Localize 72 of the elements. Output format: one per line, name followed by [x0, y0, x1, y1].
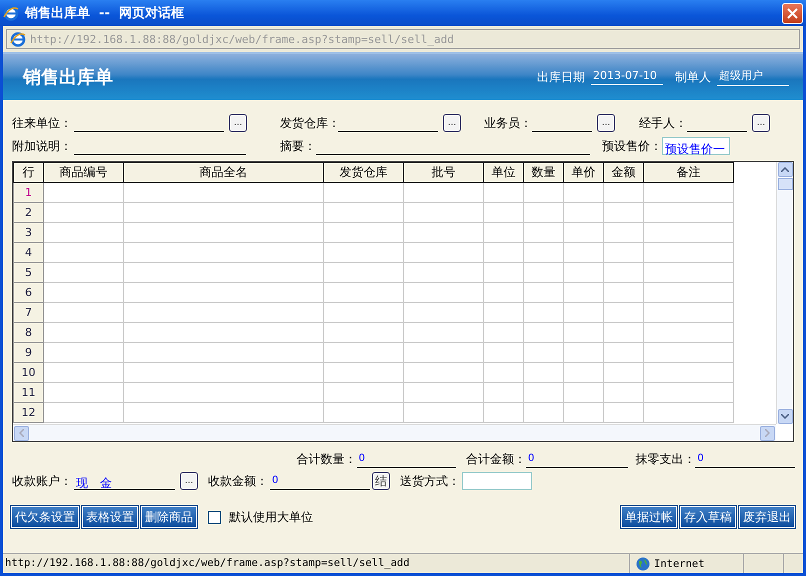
date-label: 出库日期	[537, 68, 585, 86]
row-number[interactable]: 7	[14, 302, 44, 322]
row-number[interactable]: 1	[14, 182, 44, 202]
field-label: 预设售价：	[602, 138, 662, 154]
picker-button[interactable]: ...	[597, 114, 615, 132]
date-field[interactable]: 2013-07-10	[591, 69, 663, 85]
window-title: 销售出库单 -- 网页对话框	[25, 4, 185, 22]
input-field[interactable]: 现 金	[74, 472, 175, 490]
page-title: 销售出库单	[23, 66, 114, 89]
total-label: 合计数量：	[296, 450, 357, 468]
column-header: 单价	[564, 162, 604, 182]
scroll-thumb[interactable]	[778, 178, 792, 190]
total-field[interactable]: 0	[526, 450, 628, 468]
action-button[interactable]: 单据过帐	[621, 506, 677, 528]
total-field[interactable]: 0	[695, 450, 795, 468]
field-label: 发货仓库：	[280, 114, 338, 132]
zone-label: Internet	[654, 558, 705, 570]
column-header: 数量	[524, 162, 564, 182]
column-header: 发货仓库	[324, 162, 404, 182]
column-header: 商品编号	[44, 162, 124, 182]
field-label: 摘要：	[280, 138, 316, 154]
field-label: 送货方式：	[400, 472, 461, 490]
total-field[interactable]: 0	[356, 450, 456, 468]
field-label: 收款账户：	[12, 472, 73, 490]
picker-button[interactable]: ...	[443, 114, 461, 132]
vertical-scrollbar[interactable]	[776, 162, 793, 424]
field-label: 经手人：	[639, 114, 687, 132]
globe-icon	[636, 556, 650, 570]
column-header: 批号	[404, 162, 484, 182]
row-number[interactable]: 12	[14, 402, 44, 422]
column-header: 行	[14, 162, 44, 182]
field-label: 业务员：	[484, 114, 532, 132]
field-label: 收款金额：	[208, 472, 269, 490]
checkbox[interactable]	[208, 510, 221, 524]
row-number[interactable]: 2	[14, 202, 44, 222]
column-header: 金额	[604, 162, 644, 182]
maker-label: 制单人	[675, 68, 711, 86]
picker-button[interactable]: ...	[229, 114, 247, 132]
column-header: 备注	[644, 162, 734, 182]
checkbox-label: 默认使用大单位	[229, 508, 314, 526]
total-label: 抹零支出：	[634, 450, 696, 468]
action-button[interactable]: 代欠条设置	[11, 506, 79, 528]
total-label: 合计金额：	[465, 450, 526, 468]
row-number[interactable]: 10	[14, 362, 44, 382]
input-field[interactable]: 0	[270, 472, 370, 490]
row-number[interactable]: 11	[14, 382, 44, 402]
picker-button[interactable]: ...	[752, 114, 770, 132]
close-button[interactable]	[782, 2, 803, 24]
horizontal-scrollbar[interactable]	[13, 424, 776, 441]
column-header: 商品全名	[124, 162, 324, 182]
row-number[interactable]: 8	[14, 322, 44, 342]
input-field[interactable]: 预设售价一	[662, 137, 730, 155]
picker-button[interactable]: ...	[180, 472, 198, 490]
row-number[interactable]: 5	[14, 262, 44, 282]
row-number[interactable]: 3	[14, 222, 44, 242]
action-button[interactable]: 表格设置	[82, 506, 138, 528]
column-header: 单位	[484, 162, 524, 182]
address-url: http://192.168.1.88:88/goldjxc/web/frame.asp?stamp=sell/sell_add	[30, 32, 454, 46]
field-label: 附加说明：	[12, 138, 73, 154]
action-button[interactable]: 删除商品	[141, 506, 197, 528]
status-url: http://192.168.1.88:88/goldjxc/web/frame.asp?stamp=sell/sell_add	[4, 556, 411, 571]
row-number[interactable]: 9	[14, 342, 44, 362]
action-button[interactable]: 废弃退出	[739, 506, 795, 528]
browser-icon	[3, 5, 19, 21]
row-number[interactable]: 6	[14, 282, 44, 302]
row-number[interactable]: 4	[14, 242, 44, 262]
field-label: 往来单位：	[12, 114, 73, 132]
close-icon	[787, 8, 798, 18]
action-button[interactable]: 存入草稿	[680, 506, 736, 528]
maker-field[interactable]: 超级用户	[717, 68, 789, 86]
picker-button[interactable]: 结	[372, 472, 390, 490]
browser-icon	[10, 31, 26, 47]
